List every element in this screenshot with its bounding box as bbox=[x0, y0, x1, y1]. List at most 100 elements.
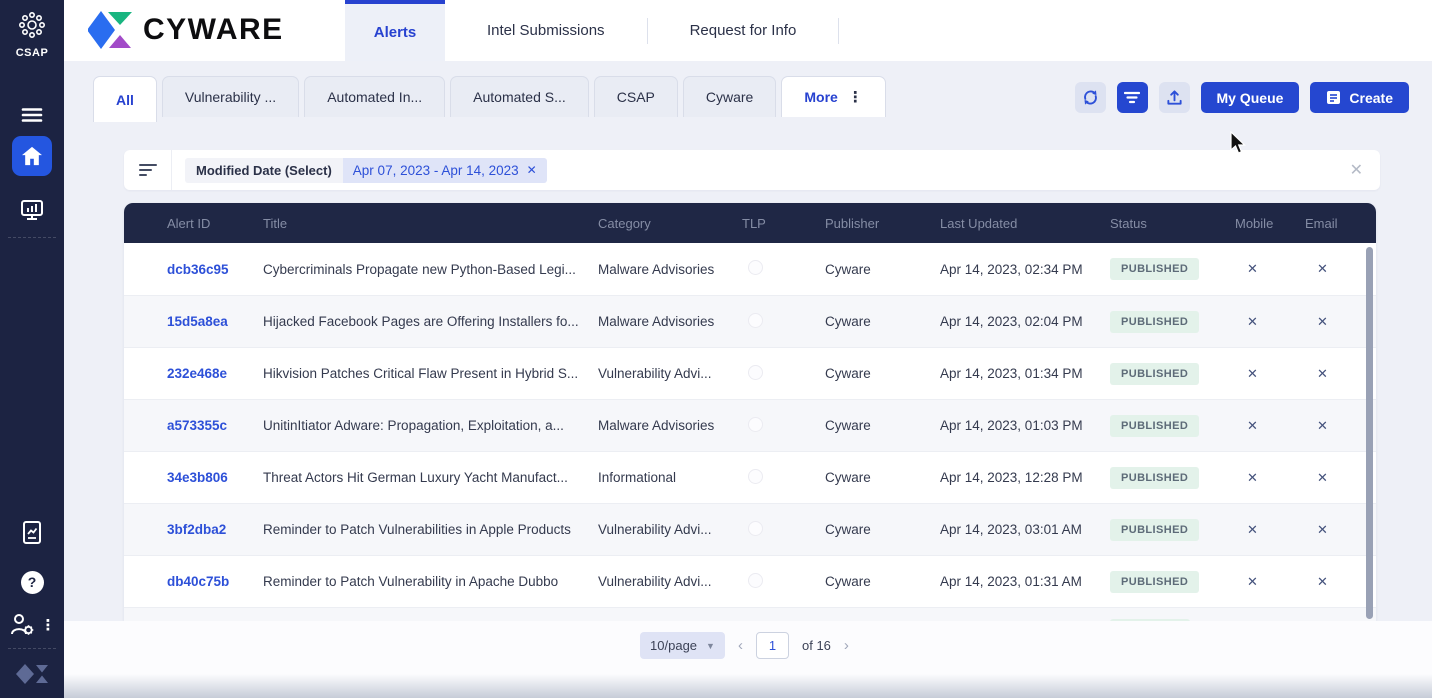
col-email: Email bbox=[1305, 215, 1338, 231]
mobile-x-icon bbox=[1247, 470, 1258, 485]
email-x-icon bbox=[1317, 418, 1328, 433]
status-badge: PUBLISHED bbox=[1110, 362, 1200, 385]
sidebar-item-home[interactable] bbox=[12, 136, 52, 176]
sidebar-item-help[interactable]: ? bbox=[0, 562, 64, 602]
col-status: Status bbox=[1110, 215, 1147, 231]
cyware-mark-icon bbox=[16, 664, 48, 684]
csap-snowflake-icon bbox=[18, 11, 45, 38]
alert-id-link[interactable]: dcb36c95 bbox=[167, 262, 263, 277]
email-x-icon bbox=[1317, 314, 1328, 329]
table-row[interactable]: db40c75b Reminder to Patch Vulnerability… bbox=[124, 555, 1376, 607]
sidebar: CSAP ? ⋮ bbox=[0, 0, 64, 698]
create-button[interactable]: Create bbox=[1310, 82, 1409, 113]
alert-last-updated: Apr 14, 2023, 01:03 PM bbox=[940, 418, 1083, 433]
sidebar-item-reports[interactable] bbox=[0, 513, 64, 553]
alert-title: Reminder to Patch Vulnerabilities in App… bbox=[263, 522, 571, 537]
filter-tab-more[interactable]: More ⋮ bbox=[781, 76, 886, 117]
alert-id-link[interactable]: 34e3b806 bbox=[167, 470, 263, 485]
alert-filter-tabs: All Vulnerability ... Automated In... Au… bbox=[93, 76, 886, 122]
status-badge: PUBLISHED bbox=[1110, 414, 1200, 437]
alerts-table: Alert ID Title Category TLP Publisher La… bbox=[124, 203, 1376, 621]
chevron-down-icon: ▼ bbox=[706, 640, 715, 651]
sidebar-divider bbox=[8, 237, 56, 238]
col-publisher: Publisher bbox=[825, 215, 880, 231]
alert-last-updated: Apr 14, 2023, 01:31 AM bbox=[940, 574, 1082, 589]
alert-id-link[interactable]: a573355c bbox=[167, 418, 263, 433]
status-badge: PUBLISHED bbox=[1110, 570, 1200, 593]
tab-intel-submissions[interactable]: Intel Submissions bbox=[445, 0, 647, 61]
filter-tab[interactable]: Automated In... bbox=[304, 76, 446, 117]
sidebar-menu-button[interactable] bbox=[0, 95, 64, 135]
csap-label: CSAP bbox=[15, 47, 49, 59]
table-row[interactable]: 34e3b806 Threat Actors Hit German Luxury… bbox=[124, 451, 1376, 503]
filter-lines-icon bbox=[1124, 91, 1140, 104]
table-row[interactable]: dcb36c95 Cybercriminals Propagate new Py… bbox=[124, 243, 1376, 295]
funnel-icon[interactable] bbox=[139, 163, 157, 177]
filter-tab[interactable]: Vulnerability ... bbox=[161, 76, 300, 117]
refresh-button[interactable] bbox=[1074, 82, 1106, 113]
tlp-white-indicator bbox=[748, 364, 763, 380]
top-header: CYWARE Alerts Intel Submissions Request … bbox=[64, 0, 1432, 61]
admin-more-icon[interactable]: ⋮ bbox=[41, 618, 56, 633]
date-range-chip[interactable]: Apr 07, 2023 - Apr 14, 2023 ✕ bbox=[342, 157, 547, 183]
pagination: 10/page ▼ ‹ of 16 › bbox=[640, 632, 849, 659]
alert-publisher: Cyware bbox=[825, 314, 871, 329]
col-category: Category bbox=[598, 215, 651, 231]
filter-tab[interactable]: Cyware bbox=[682, 76, 777, 117]
sidebar-item-admin[interactable]: ⋮ bbox=[0, 605, 64, 645]
main-content: All Vulnerability ... Automated In... Au… bbox=[64, 61, 1432, 698]
filter-tab[interactable]: CSAP bbox=[593, 76, 678, 117]
alert-id-link[interactable]: 15d5a8ea bbox=[167, 314, 263, 329]
tlp-white-indicator bbox=[748, 520, 763, 536]
applied-filters-bar: Modified Date (Select) Apr 07, 2023 - Ap… bbox=[124, 150, 1380, 190]
help-icon: ? bbox=[20, 570, 44, 594]
filter-tab[interactable]: Automated S... bbox=[450, 76, 589, 117]
alert-title: Hijacked Facebook Pages are Offering Ins… bbox=[263, 314, 579, 329]
table-row[interactable]: 232e468e Hikvision Patches Critical Flaw… bbox=[124, 347, 1376, 399]
prev-page-button[interactable]: ‹ bbox=[738, 638, 743, 653]
tlp-white-indicator bbox=[748, 572, 763, 588]
alert-publisher: Cyware bbox=[825, 261, 871, 277]
alert-id-link[interactable]: db40c75b bbox=[167, 574, 263, 589]
alert-last-updated: Apr 14, 2023, 02:34 PM bbox=[940, 261, 1083, 277]
page-total-label: of 16 bbox=[802, 638, 831, 653]
page-size-select[interactable]: 10/page ▼ bbox=[640, 632, 725, 659]
table-row[interactable]: 15d5a8ea Hijacked Facebook Pages are Off… bbox=[124, 295, 1376, 347]
tab-request-for-info[interactable]: Request for Info bbox=[648, 0, 839, 61]
filter-button[interactable] bbox=[1116, 82, 1148, 113]
brand-wordmark: CYWARE bbox=[143, 13, 284, 46]
tlp-white-indicator bbox=[748, 416, 763, 432]
email-x-icon bbox=[1317, 366, 1328, 381]
my-queue-button[interactable]: My Queue bbox=[1200, 82, 1300, 113]
status-badge: PUBLISHED bbox=[1110, 310, 1200, 333]
alert-category: Vulnerability Advi... bbox=[598, 366, 712, 381]
clear-filters-icon[interactable]: ✕ bbox=[1350, 160, 1380, 180]
chip-remove-icon[interactable]: ✕ bbox=[527, 163, 537, 177]
alert-id-link[interactable]: 3bf2dba2 bbox=[167, 522, 263, 537]
tab-alerts[interactable]: Alerts bbox=[345, 0, 445, 61]
upload-icon bbox=[1166, 90, 1182, 105]
create-doc-icon bbox=[1327, 91, 1341, 104]
dashboard-monitor-icon bbox=[21, 200, 43, 220]
mobile-x-icon bbox=[1247, 522, 1258, 537]
sidebar-item-dashboard[interactable] bbox=[0, 190, 64, 230]
alert-last-updated: Apr 14, 2023, 12:28 PM bbox=[940, 470, 1083, 485]
page-number-input[interactable] bbox=[756, 632, 789, 659]
export-button[interactable] bbox=[1158, 82, 1190, 113]
toolbar-actions: My Queue Create bbox=[1074, 82, 1409, 113]
table-row[interactable]: a573355c UnitinItiator Adware: Propagati… bbox=[124, 399, 1376, 451]
table-row[interactable]: 3bf2dba2 Reminder to Patch Vulnerabiliti… bbox=[124, 503, 1376, 555]
filter-bar-divider bbox=[171, 150, 172, 190]
kebab-menu-icon: ⋮ bbox=[847, 89, 863, 106]
alert-category: Informational bbox=[598, 470, 677, 485]
mobile-x-icon bbox=[1247, 314, 1258, 329]
alert-publisher: Cyware bbox=[825, 418, 871, 433]
alert-title: Threat Actors Hit German Luxury Yacht Ma… bbox=[263, 470, 568, 485]
next-page-button[interactable]: › bbox=[844, 638, 849, 653]
filter-tab[interactable]: All bbox=[93, 76, 157, 122]
table-scrollbar[interactable] bbox=[1366, 247, 1373, 619]
mobile-x-icon bbox=[1247, 418, 1258, 433]
partially-visible-row bbox=[124, 607, 1376, 621]
footer-shadow bbox=[64, 674, 1432, 698]
alert-id-link[interactable]: 232e468e bbox=[167, 366, 263, 381]
